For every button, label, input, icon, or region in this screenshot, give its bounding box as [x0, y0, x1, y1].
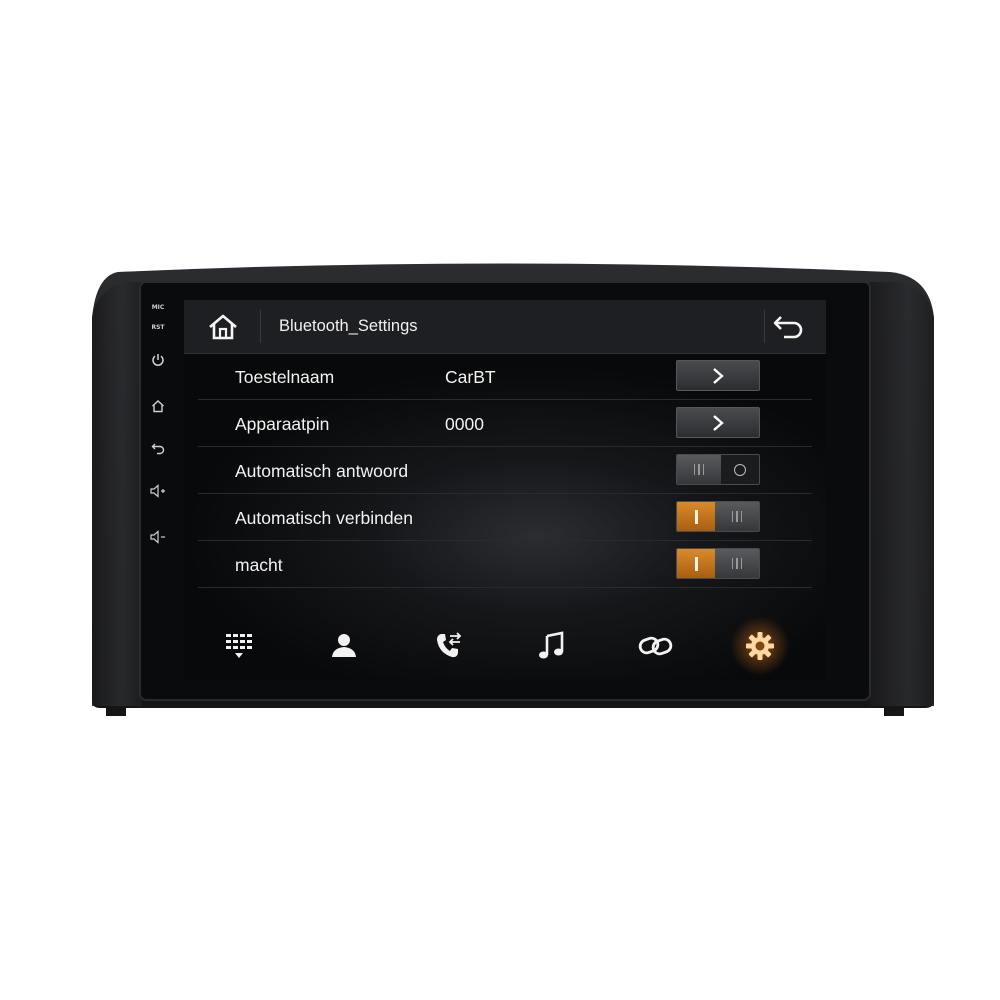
auto-connect-toggle[interactable]: [676, 501, 760, 532]
head-unit: MIC RST Bluetooth_Settings Toestelnaam C…: [0, 0, 1000, 1000]
setting-label: Toestelnaam: [235, 367, 335, 387]
nav-contacts[interactable]: [320, 622, 368, 670]
setting-value: CarBT: [445, 367, 496, 387]
dialpad-icon: [226, 634, 252, 658]
setting-value: 0000: [445, 414, 484, 434]
auto-answer-toggle[interactable]: [676, 454, 760, 485]
bottom-nav-bar: [184, 614, 826, 681]
setting-row-device-pin: Apparaatpin 0000: [198, 400, 812, 447]
music-icon: [539, 631, 564, 659]
toggle-off-indicator: [721, 455, 759, 484]
bluetooth-settings-screen: Bluetooth_Settings Toestelnaam CarBT App…: [184, 300, 826, 681]
nav-settings[interactable]: [730, 616, 790, 676]
home-button[interactable]: [204, 310, 242, 344]
page-title: Bluetooth_Settings: [279, 317, 418, 335]
contacts-icon: [332, 634, 356, 657]
setting-row-power: macht: [198, 541, 812, 588]
side-back-button[interactable]: [144, 437, 172, 459]
volume-up-icon: [150, 484, 165, 498]
device-name-edit-button[interactable]: [676, 360, 760, 391]
divider: [764, 310, 765, 343]
volume-down-button[interactable]: [144, 526, 172, 548]
nav-music[interactable]: [528, 622, 576, 670]
setting-row-auto-answer: Automatisch antwoord: [198, 447, 812, 494]
device-pin-edit-button[interactable]: [676, 407, 760, 438]
nav-call-log[interactable]: [424, 622, 472, 670]
power-toggle[interactable]: [676, 548, 760, 579]
mic-label: MIC: [151, 304, 165, 311]
gear-icon: [746, 632, 774, 660]
reset-label: RST: [151, 324, 165, 331]
back-icon: [151, 443, 165, 455]
volume-up-button[interactable]: [144, 480, 172, 502]
volume-down-icon: [150, 530, 165, 544]
nav-connection[interactable]: [632, 622, 680, 670]
chevron-right-icon: [713, 367, 724, 384]
call-log-icon: [437, 632, 462, 658]
back-button[interactable]: [769, 310, 809, 344]
top-bar: Bluetooth_Settings: [184, 300, 826, 354]
setting-label: macht: [235, 555, 283, 575]
back-arrow-icon: [773, 316, 803, 339]
chevron-right-icon: [713, 414, 724, 431]
side-home-button[interactable]: [144, 395, 172, 417]
link-icon: [638, 636, 673, 656]
settings-list: Toestelnaam CarBT Apparaatpin 0000 Autom…: [198, 353, 812, 588]
toggle-on-indicator: [677, 502, 715, 531]
toggle-knob: [715, 502, 759, 531]
setting-row-auto-connect: Automatisch verbinden: [198, 494, 812, 541]
toggle-on-indicator: [677, 549, 715, 578]
home-icon: [209, 314, 237, 340]
divider: [260, 310, 261, 343]
home-icon: [152, 400, 164, 413]
power-button[interactable]: [144, 349, 172, 371]
power-icon: [152, 354, 164, 366]
setting-label: Apparaatpin: [235, 414, 330, 434]
setting-row-device-name: Toestelnaam CarBT: [198, 353, 812, 400]
setting-label: Automatisch verbinden: [235, 508, 414, 528]
toggle-knob: [677, 455, 721, 484]
toggle-knob: [715, 549, 759, 578]
setting-label: Automatisch antwoord: [235, 461, 409, 481]
nav-dialpad[interactable]: [215, 622, 263, 670]
